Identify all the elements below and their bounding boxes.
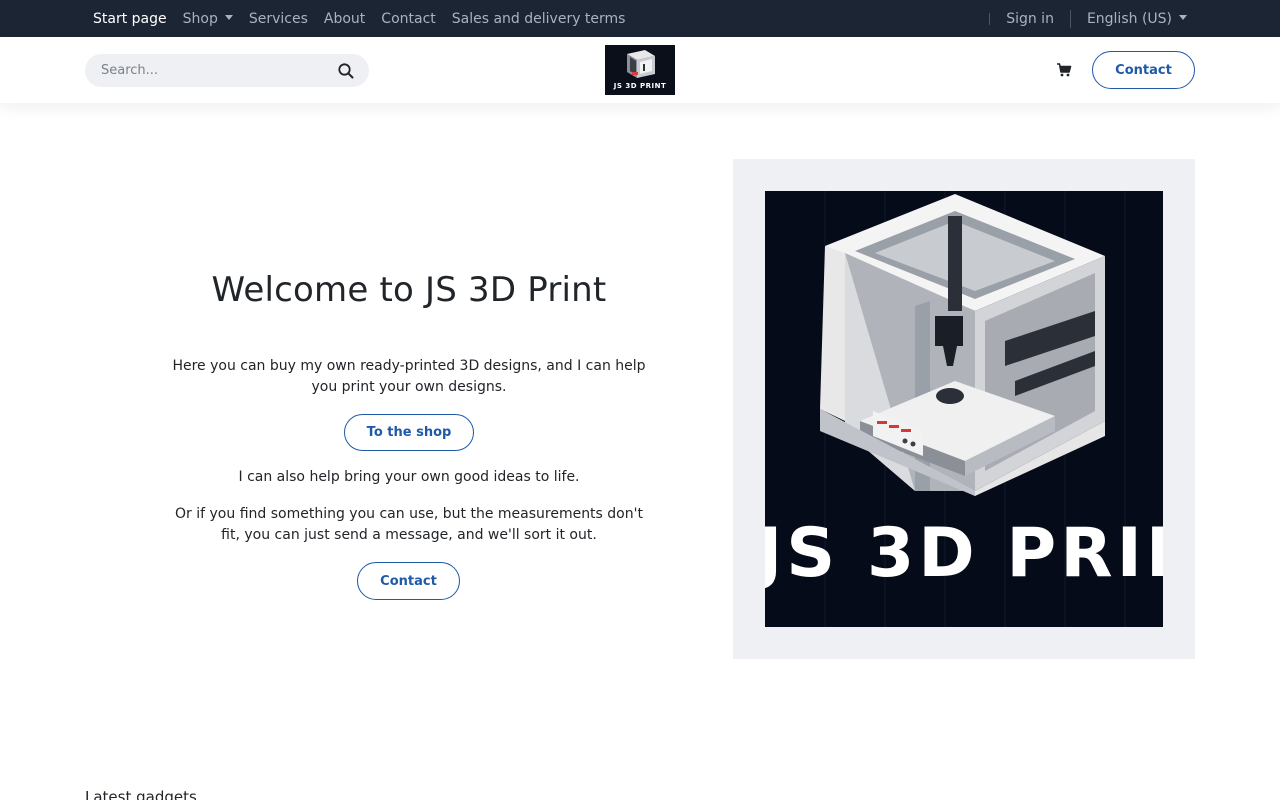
nav-about[interactable]: About [324, 11, 365, 27]
hero-ideas-text: I can also help bring your own good idea… [238, 469, 580, 485]
sign-in-link[interactable]: Sign in [1006, 11, 1054, 27]
latest-gadgets-heading: Latest gadgets [85, 788, 197, 800]
site-header: JS 3D PRINT Contact [0, 37, 1280, 103]
hero-contact-button[interactable]: Contact [357, 562, 460, 600]
divider [989, 12, 991, 25]
nav-shop[interactable]: Shop [183, 11, 233, 27]
header-contact-button[interactable]: Contact [1092, 51, 1195, 89]
site-logo[interactable]: JS 3D PRINT [605, 45, 675, 95]
nav-services[interactable]: Services [249, 11, 308, 27]
user-menu: Sign in English (US) [973, 0, 1187, 37]
shopping-cart-icon[interactable] [1056, 62, 1072, 78]
chevron-down-icon [224, 15, 233, 20]
main-menu: Start page Shop Services About Contact S… [93, 0, 641, 37]
search-bar [85, 54, 369, 87]
language-selector[interactable]: English (US) [1087, 11, 1187, 27]
hero-intro-text: Here you can buy my own ready-printed 3D… [172, 358, 646, 395]
hero-measurements-text: Or if you find something you can use, bu… [175, 506, 643, 543]
hero-text-block: Welcome to JS 3D Print Here you can buy … [170, 270, 648, 600]
search-icon[interactable] [337, 62, 355, 80]
nav-shop-label: Shop [182, 10, 218, 27]
page-title: Welcome to JS 3D Print [211, 270, 607, 310]
language-label: English (US) [1086, 10, 1172, 27]
image-brand-text: JS 3D PRINT [765, 514, 1163, 593]
to-shop-button[interactable]: To the shop [344, 414, 474, 451]
search-input[interactable] [85, 54, 325, 87]
hero-image-frame: JS 3D PRINT [733, 159, 1195, 659]
nav-sales-terms[interactable]: Sales and delivery terms [452, 11, 626, 27]
3d-printer-logo-image: JS 3D PRINT [765, 191, 1163, 627]
divider [1069, 9, 1071, 28]
nav-contact[interactable]: Contact [381, 11, 435, 27]
logo-text: JS 3D PRINT [613, 82, 667, 90]
hero-image: JS 3D PRINT [765, 191, 1163, 627]
nav-start-page[interactable]: Start page [93, 11, 167, 27]
chevron-down-icon [1179, 15, 1187, 20]
top-navbar: Start page Shop Services About Contact S… [0, 0, 1280, 37]
